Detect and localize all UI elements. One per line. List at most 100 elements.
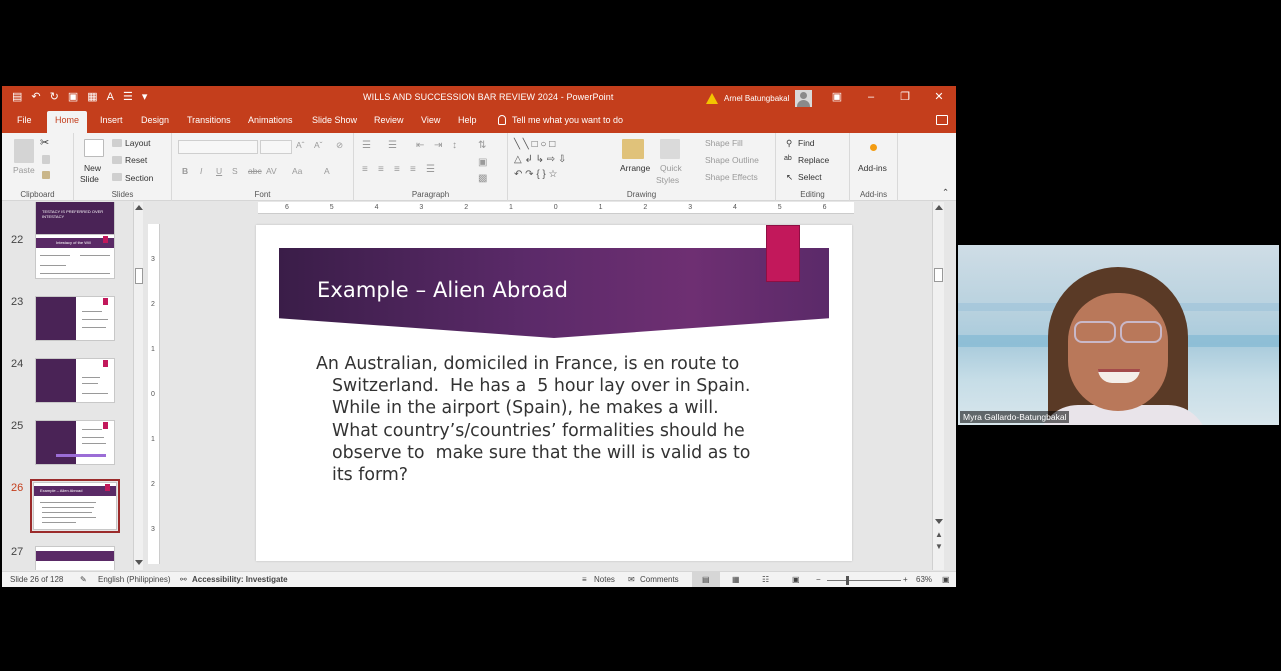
italic-icon[interactable]: I [200, 166, 202, 176]
present-icon[interactable]: ▣ [68, 91, 78, 103]
thumbnail-image[interactable] [35, 546, 115, 570]
slide-show-icon[interactable]: ▣ [792, 575, 800, 584]
char-spacing-icon[interactable]: AV [266, 166, 277, 176]
video-tile[interactable]: Myra Gallardo-Batungbakal [958, 245, 1279, 425]
quick-styles-icon[interactable] [660, 139, 680, 159]
numbering-icon[interactable]: ☰ [388, 140, 397, 151]
thumbnail-scrollbar[interactable] [133, 202, 143, 570]
shape-fill-button[interactable]: Shape Fill [705, 138, 743, 148]
cut-icon[interactable]: ✂ [40, 136, 49, 149]
scroll-thumb[interactable] [934, 268, 943, 282]
new-slide-label-2[interactable]: Slide [80, 174, 99, 184]
thumbnail-image[interactable] [35, 358, 115, 403]
decrease-indent-icon[interactable]: ⇤ [416, 140, 424, 151]
arrange-icon[interactable] [622, 139, 644, 159]
tab-insert[interactable]: Insert [100, 115, 123, 125]
thumbnail-image-selected[interactable]: Example – Alien Abroad [30, 479, 120, 533]
tab-review[interactable]: Review [374, 115, 404, 125]
minimize-icon[interactable]: – [854, 86, 888, 109]
shape-effects-button[interactable]: Shape Effects [705, 172, 758, 182]
align-left-icon[interactable]: ≡ [362, 164, 368, 175]
quick-styles-label[interactable]: Quick [660, 163, 682, 173]
strikethrough-icon[interactable]: abc [248, 166, 262, 176]
thumbnail-22[interactable]: 22 Intestacy of the Will [2, 234, 132, 286]
bullets-icon[interactable]: ☰ [123, 91, 133, 103]
tell-me-search[interactable]: Tell me what you want to do [498, 115, 623, 125]
scroll-down-icon[interactable] [935, 519, 943, 524]
smartart-icon[interactable]: ▩ [478, 173, 487, 184]
slide-canvas[interactable]: Example – Alien Abroad An Australian, do… [256, 225, 852, 561]
replace-button[interactable]: Replace [798, 155, 829, 165]
align-right-icon[interactable]: ≡ [394, 164, 400, 175]
zoom-level[interactable]: 63% [916, 575, 932, 584]
scroll-thumb[interactable] [135, 268, 143, 284]
fit-to-window-icon[interactable]: ▣ [942, 575, 950, 584]
text-direction-icon[interactable]: ⇅ [478, 140, 486, 151]
columns-icon[interactable]: ☰ [426, 164, 435, 175]
quick-styles-label-2[interactable]: Styles [656, 175, 679, 185]
notes-button[interactable]: Notes [594, 575, 615, 584]
language-status[interactable]: English (Philippines) [98, 575, 170, 584]
increase-font-icon[interactable]: Aˆ [296, 140, 305, 150]
tab-help[interactable]: Help [458, 115, 477, 125]
tab-animations[interactable]: Animations [248, 115, 293, 125]
decrease-font-icon[interactable]: Aˇ [314, 140, 323, 150]
new-slide-icon[interactable] [84, 139, 104, 157]
slide-title[interactable]: Example – Alien Abroad [317, 278, 568, 302]
thumbnail-image[interactable] [35, 296, 115, 341]
addins-icon[interactable] [870, 144, 877, 151]
zoom-out-icon[interactable]: − [816, 575, 821, 584]
scroll-up-icon[interactable] [135, 205, 143, 210]
addins-button[interactable]: Add-ins [858, 163, 887, 173]
new-slide-label[interactable]: New [84, 163, 101, 173]
reading-view-icon[interactable]: ☷ [762, 575, 769, 584]
align-center-icon[interactable]: ≡ [378, 164, 384, 175]
font-color-icon[interactable]: A [324, 166, 330, 176]
clear-format-icon[interactable]: ⊘ [336, 140, 343, 151]
thumbnail-25[interactable]: 25 [2, 420, 132, 472]
paste-icon[interactable] [14, 139, 34, 163]
layout-icon[interactable]: ▦ [87, 91, 97, 103]
copy-icon[interactable] [42, 155, 50, 164]
font-size-field[interactable] [260, 140, 292, 154]
thumbnail-27[interactable]: 27 [2, 546, 132, 570]
font-name-field[interactable] [178, 140, 258, 154]
redo-icon[interactable]: ↻ [50, 91, 59, 103]
slide-sorter-icon[interactable]: ▦ [732, 575, 740, 584]
collapse-ribbon-icon[interactable]: ⌃ [942, 187, 949, 198]
justify-icon[interactable]: ≡ [410, 164, 416, 175]
shapes-gallery[interactable]: ╲ ╲ □ ○ □ △ ↲ ↳ ⇨ ⇩ ↶ ↷ { } ☆ [514, 137, 614, 183]
select-button[interactable]: Select [798, 172, 822, 182]
tab-slide-show[interactable]: Slide Show [312, 115, 357, 125]
notes-status-icon[interactable]: ✎ [80, 575, 87, 584]
zoom-in-icon[interactable]: + [903, 575, 908, 584]
scroll-up-icon[interactable] [935, 205, 943, 210]
reset-button[interactable]: Reset [125, 155, 147, 165]
bold-icon[interactable]: B [182, 166, 188, 176]
format-painter-icon[interactable] [42, 171, 50, 179]
find-button[interactable]: Find [798, 138, 815, 148]
bullets-icon[interactable]: ☰ [362, 140, 371, 151]
next-slide-icon[interactable]: ▼ [935, 542, 943, 551]
shape-outline-button[interactable]: Shape Outline [705, 155, 759, 165]
ribbon-display-icon[interactable]: ▣ [820, 86, 854, 109]
tab-design[interactable]: Design [141, 115, 169, 125]
font-color-icon[interactable]: A [107, 91, 114, 103]
thumbnail-24[interactable]: 24 [2, 358, 132, 410]
section-button[interactable]: Section [125, 173, 153, 183]
line-spacing-icon[interactable]: ↕ [452, 140, 457, 151]
tab-home[interactable]: Home [47, 111, 88, 133]
customize-qat-icon[interactable]: ▾ [142, 91, 148, 103]
increase-indent-icon[interactable]: ⇥ [434, 140, 442, 151]
thumbnail-23[interactable]: 23 [2, 296, 132, 348]
scroll-down-icon[interactable] [135, 560, 143, 565]
accessibility-status[interactable]: Accessibility: Investigate [192, 575, 288, 584]
thumbnail-26[interactable]: 26 Example – Alien Abroad [2, 479, 132, 534]
shadow-icon[interactable]: S [232, 166, 238, 176]
align-text-icon[interactable]: ▣ [478, 157, 487, 168]
comments-icon[interactable] [936, 115, 948, 125]
slide-body-text[interactable]: An Australian, domiciled in France, is e… [316, 353, 756, 486]
tab-view[interactable]: View [421, 115, 440, 125]
previous-slide-icon[interactable]: ▲ [935, 530, 943, 539]
restore-icon[interactable]: ❐ [888, 86, 922, 109]
